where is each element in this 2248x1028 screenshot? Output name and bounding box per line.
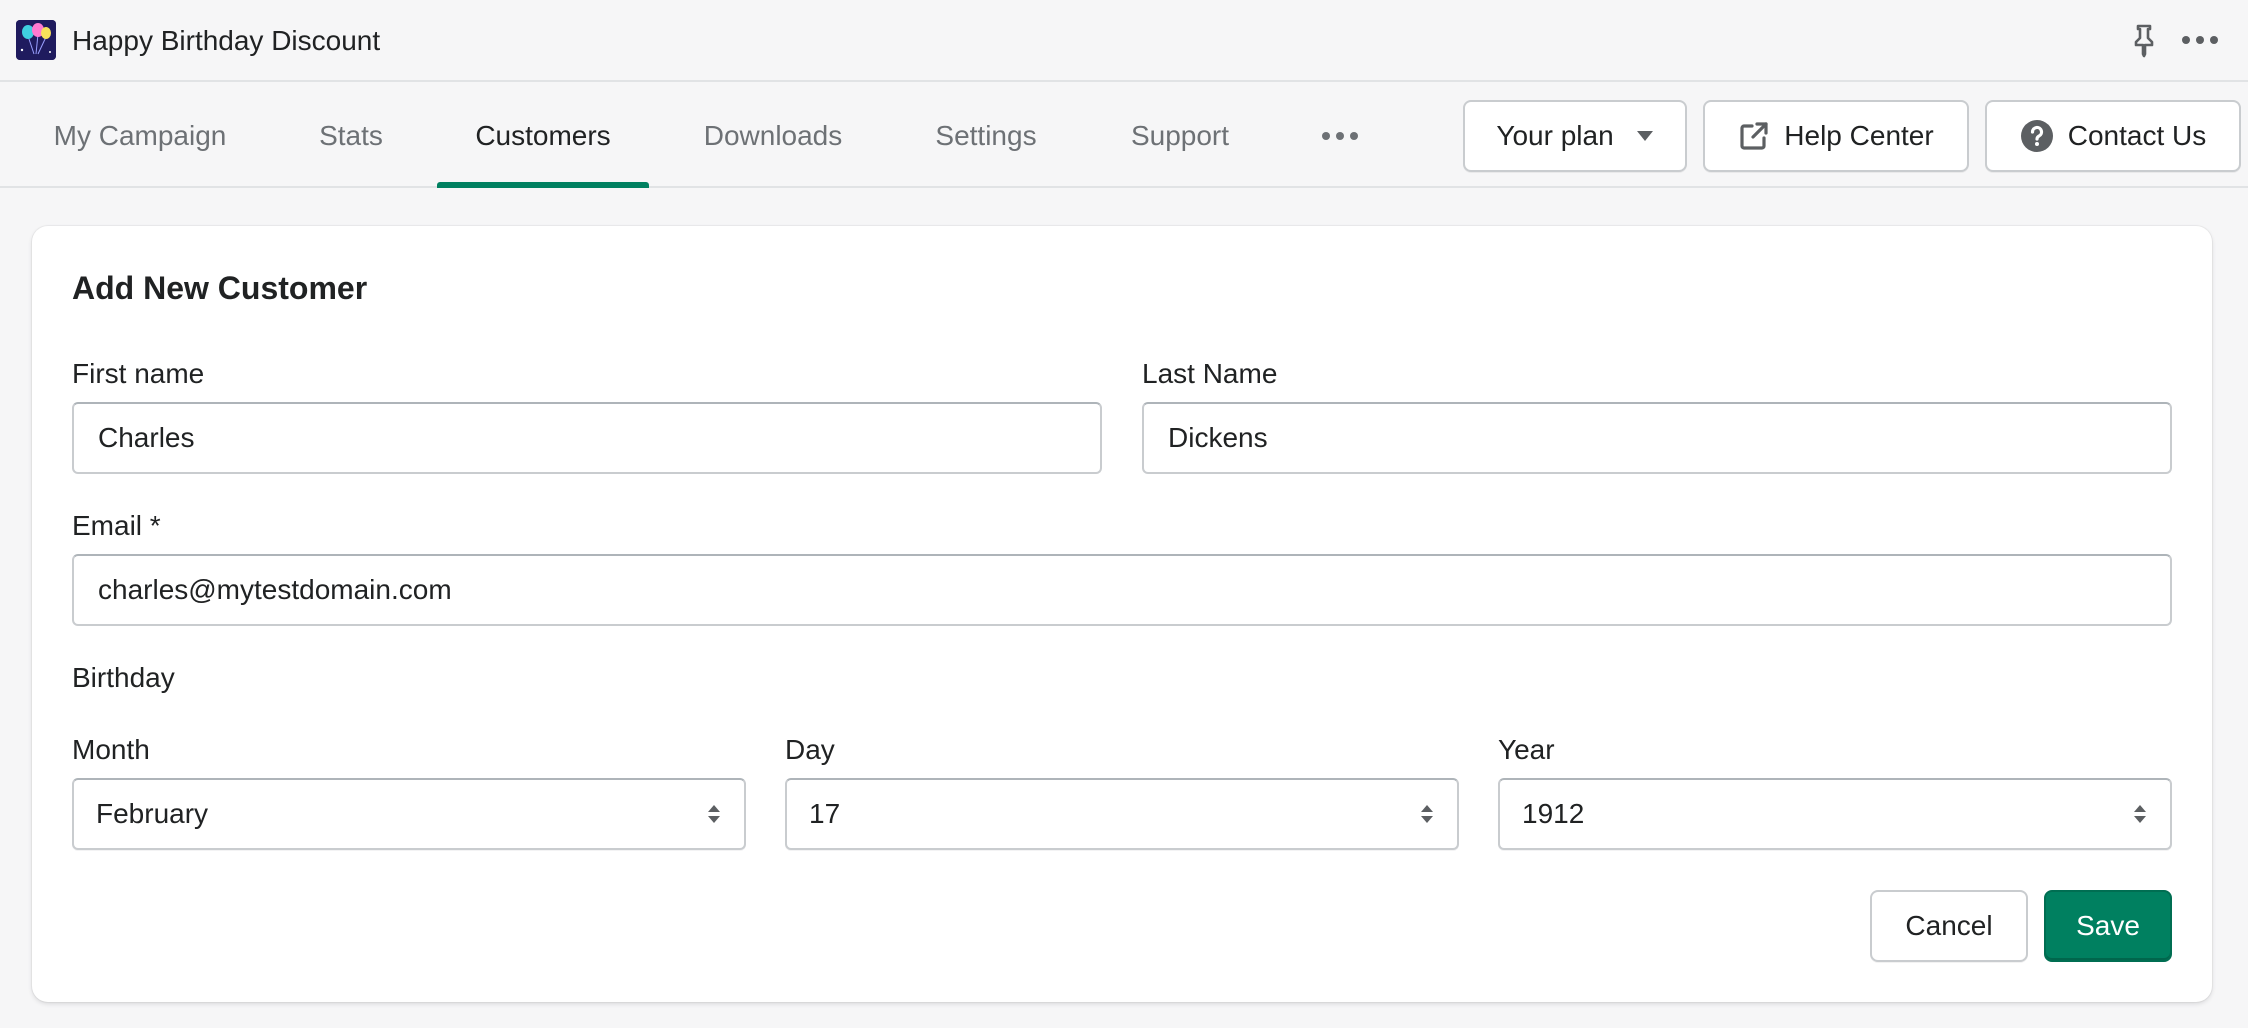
more-horizontal-icon[interactable] bbox=[1320, 118, 1360, 154]
external-link-icon bbox=[1740, 122, 1768, 150]
last-name-field[interactable] bbox=[1142, 402, 2172, 474]
month-label: Month bbox=[72, 734, 150, 765]
your-plan-label: Your plan bbox=[1496, 120, 1614, 151]
contact-us-button[interactable]: Contact Us bbox=[1985, 100, 2241, 172]
day-select[interactable]: 17 bbox=[785, 778, 1459, 850]
select-caret-icon bbox=[1421, 805, 1433, 823]
tab-my-campaign[interactable]: My Campaign bbox=[52, 84, 228, 188]
birthday-label: Birthday bbox=[72, 662, 175, 693]
day-select-value: 17 bbox=[809, 798, 841, 829]
day-label: Day bbox=[785, 734, 835, 765]
month-select-value: February bbox=[96, 798, 209, 829]
save-button[interactable]: Save bbox=[2044, 890, 2172, 962]
last-name-label: Last Name bbox=[1142, 358, 1278, 389]
help-center-button[interactable]: Help Center bbox=[1703, 100, 1969, 172]
app-title: Happy Birthday Discount bbox=[72, 25, 381, 56]
balloons-icon bbox=[16, 20, 56, 60]
help-center-label: Help Center bbox=[1784, 120, 1934, 151]
app-navigation: My Campaign Stats Customers Downloads Se… bbox=[0, 84, 2248, 188]
tab-customers[interactable]: Customers bbox=[437, 84, 649, 188]
your-plan-button[interactable]: Your plan bbox=[1463, 100, 1687, 172]
app-titlebar: Happy Birthday Discount bbox=[0, 0, 2248, 82]
first-name-field[interactable] bbox=[72, 402, 1102, 474]
contact-us-label: Contact Us bbox=[2067, 120, 2207, 151]
month-select[interactable]: February bbox=[72, 778, 746, 850]
cancel-button[interactable]: Cancel bbox=[1870, 890, 2028, 962]
tab-downloads[interactable]: Downloads bbox=[700, 84, 846, 188]
question-circle-icon bbox=[2020, 120, 2053, 152]
year-label: Year bbox=[1498, 734, 1555, 765]
first-name-label: First name bbox=[72, 358, 205, 389]
email-field[interactable] bbox=[72, 554, 2172, 626]
tab-support[interactable]: Support bbox=[1127, 84, 1233, 188]
active-tab-indicator bbox=[437, 182, 649, 188]
year-select-value: 1912 bbox=[1522, 798, 1585, 829]
tab-stats[interactable]: Stats bbox=[316, 84, 386, 188]
email-label: Email * bbox=[72, 510, 161, 541]
pin-icon[interactable] bbox=[2126, 22, 2162, 58]
select-caret-icon bbox=[708, 805, 720, 823]
tab-settings[interactable]: Settings bbox=[932, 84, 1040, 188]
select-caret-icon bbox=[2134, 805, 2146, 823]
year-select[interactable]: 1912 bbox=[1498, 778, 2172, 850]
add-customer-card: Add New Customer First name Last Name Em… bbox=[32, 226, 2212, 1002]
more-horizontal-icon[interactable] bbox=[2180, 22, 2220, 58]
card-title: Add New Customer bbox=[72, 270, 368, 306]
caret-down-icon bbox=[1636, 131, 1653, 141]
